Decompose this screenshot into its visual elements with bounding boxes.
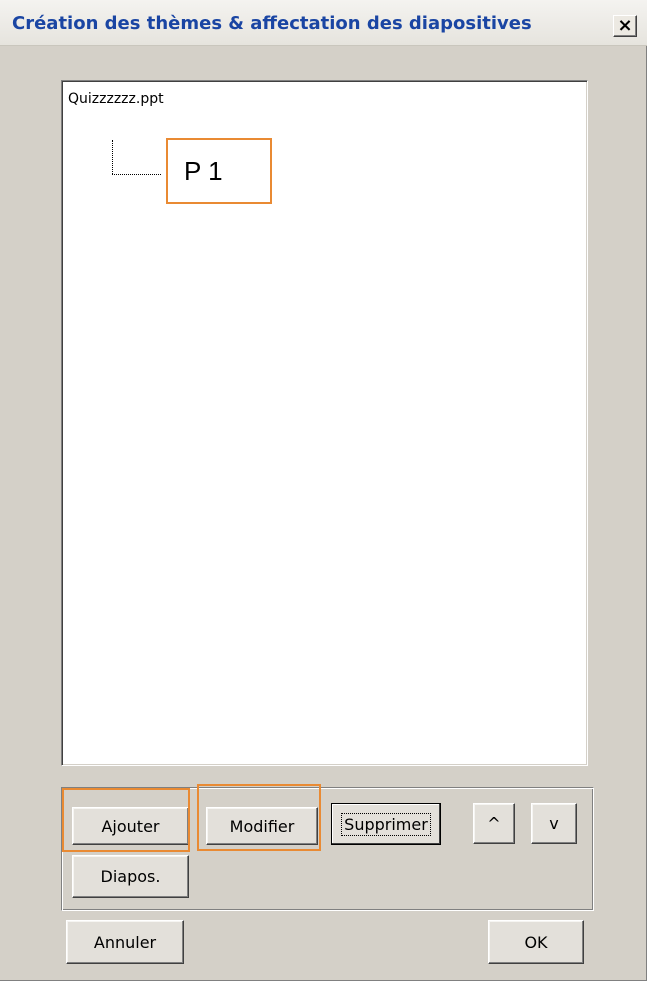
tree-connector-horizontal xyxy=(112,174,161,175)
move-down-button[interactable]: v xyxy=(531,803,577,844)
tree-node-label[interactable]: P 1 xyxy=(184,156,223,187)
chevron-up-icon: ^ xyxy=(487,814,501,833)
ok-button-label: OK xyxy=(524,932,548,952)
move-up-button[interactable]: ^ xyxy=(473,803,515,844)
window-title: Création des thèmes & affectation des di… xyxy=(12,13,532,34)
annuler-button-label: Annuler xyxy=(93,932,157,952)
diapos-button[interactable]: Diapos. xyxy=(72,855,189,898)
close-icon: × xyxy=(617,15,633,36)
supprimer-button-label: Supprimer xyxy=(341,812,431,836)
dialog-window: Création des thèmes & affectation des di… xyxy=(0,0,647,981)
tree-node-highlight[interactable]: P 1 xyxy=(166,138,272,204)
ok-button[interactable]: OK xyxy=(488,920,584,964)
diapos-button-label: Diapos. xyxy=(100,867,161,886)
chevron-down-icon: v xyxy=(549,814,559,833)
modifier-annotation-box xyxy=(197,784,321,851)
supprimer-button[interactable]: Supprimer xyxy=(331,803,441,845)
close-button[interactable]: × xyxy=(613,15,637,37)
tree-root-file[interactable]: Quizzzzzz.ppt xyxy=(68,91,164,107)
theme-tree-view[interactable]: Quizzzzzz.ppt P 1 xyxy=(61,80,588,766)
title-bar[interactable]: Création des thèmes & affectation des di… xyxy=(0,0,647,46)
tree-connector-vertical xyxy=(112,140,113,174)
annuler-button[interactable]: Annuler xyxy=(66,920,184,964)
ajouter-annotation-box xyxy=(62,788,190,852)
